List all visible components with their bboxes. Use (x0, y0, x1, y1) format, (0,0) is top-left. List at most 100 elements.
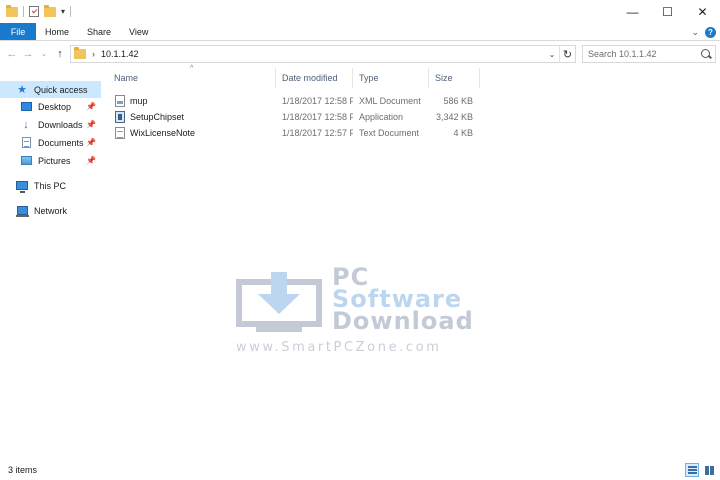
back-arrow-icon[interactable]: ← (4, 48, 20, 60)
nav-item-quick-access[interactable]: ★ Quick access (0, 81, 101, 98)
nav-item-pictures[interactable]: Pictures 📌 (0, 152, 101, 169)
folder-icon (6, 4, 18, 17)
quick-access-toolbar: ▾ (0, 0, 72, 23)
tab-home[interactable]: Home (36, 23, 78, 40)
pin-icon[interactable]: 📌 (86, 120, 96, 129)
network-icon (15, 205, 29, 217)
file-date: 1/18/2017 12:58 PM (282, 96, 353, 106)
column-headers: Name Date modified Type Size (108, 68, 482, 88)
ribbon-right-controls: ⌄ ? (691, 25, 716, 39)
expand-ribbon-chevron-icon[interactable]: ⌄ (691, 27, 699, 38)
address-dropdown-chevron-icon[interactable]: ⌄ (545, 50, 559, 59)
file-row-wixlicensenote[interactable]: WixLicenseNote 1/18/2017 12:57 PM Text D… (108, 125, 482, 141)
file-size: 3,342 KB (435, 112, 473, 122)
column-header-name[interactable]: Name (108, 68, 276, 88)
nav-item-label: This PC (34, 180, 67, 191)
file-name: SetupChipset (130, 112, 185, 122)
documents-icon (20, 137, 32, 149)
nav-item-label: Documents (38, 137, 84, 148)
star-icon: ★ (17, 84, 27, 96)
navigation-pane: ★ Quick access Desktop 📌 ↓ Downloads 📌 D… (0, 66, 103, 460)
file-type: Application (359, 112, 404, 122)
details-view-icon (687, 466, 697, 474)
nav-item-documents[interactable]: Documents 📌 (0, 134, 101, 151)
file-size: 4 KB (453, 128, 473, 138)
nav-item-label: Desktop (38, 101, 72, 112)
status-bar: 3 items (0, 460, 720, 480)
file-row-setupchipset[interactable]: SetupChipset 1/18/2017 12:58 PM Applicat… (108, 109, 482, 125)
pin-icon[interactable]: 📌 (86, 156, 96, 165)
properties-icon[interactable] (29, 6, 39, 17)
title-bar: ▾ — ☐ ✕ (0, 0, 720, 23)
application-icon (115, 111, 125, 123)
column-header-size[interactable]: Size (429, 68, 480, 88)
details-view-button[interactable] (685, 463, 699, 477)
ribbon-tabs: File Home Share View ⌄ ? (0, 23, 720, 41)
folder-icon (74, 47, 86, 59)
column-header-type[interactable]: Type (353, 68, 429, 88)
large-icons-view-icon (704, 465, 714, 475)
file-size: 586 KB (443, 96, 473, 106)
downloads-icon: ↓ (23, 118, 29, 131)
breadcrumb-path[interactable]: 10.1.1.42 (101, 49, 139, 59)
watermark: PC Software Download www.SmartPCZone.com (236, 265, 526, 360)
nav-item-network[interactable]: Network (0, 202, 101, 219)
nav-item-desktop[interactable]: Desktop 📌 (0, 98, 101, 115)
close-button[interactable]: ✕ (685, 0, 720, 23)
nav-item-label: Quick access (34, 84, 88, 95)
computer-icon (16, 180, 28, 193)
watermark-line-3: Download (332, 307, 474, 335)
tab-share[interactable]: Share (78, 23, 120, 40)
nav-item-downloads[interactable]: ↓ Downloads 📌 (0, 116, 101, 133)
file-list-pane: ^ Name Date modified Type Size mup 1/18/… (108, 65, 720, 460)
file-type: XML Document (359, 96, 421, 106)
new-folder-icon[interactable] (44, 4, 56, 17)
file-name: WixLicenseNote (130, 128, 196, 138)
file-name-cell: SetupChipset (108, 109, 276, 125)
view-toggle (685, 463, 716, 477)
xml-file-icon (115, 95, 125, 107)
pin-icon[interactable]: 📌 (86, 138, 96, 147)
nav-item-this-pc[interactable]: This PC (0, 177, 101, 194)
breadcrumb-separator-icon[interactable]: › (92, 49, 95, 59)
watermark-url: www.SmartPCZone.com (236, 340, 442, 355)
address-bar-controls: ⌄ ↻ (545, 46, 575, 62)
file-name-cell: mup (108, 93, 276, 109)
text-file-icon (115, 127, 125, 139)
search-box[interactable] (582, 45, 716, 63)
window-controls: — ☐ ✕ (615, 0, 720, 23)
column-header-date-modified[interactable]: Date modified (276, 68, 353, 88)
file-date: 1/18/2017 12:57 PM (282, 128, 353, 138)
monitor-download-icon (236, 272, 322, 332)
desktop-icon (20, 101, 32, 113)
search-icon[interactable] (701, 49, 710, 58)
refresh-icon[interactable]: ↻ (559, 46, 575, 62)
tab-file[interactable]: File (0, 23, 36, 40)
pin-icon[interactable]: 📌 (86, 102, 96, 111)
file-row-mup[interactable]: mup 1/18/2017 12:58 PM XML Document 586 … (108, 93, 482, 109)
nav-item-label: Downloads (38, 119, 83, 130)
maximize-button[interactable]: ☐ (650, 0, 685, 23)
large-icons-view-button[interactable] (702, 463, 716, 477)
divider (23, 6, 24, 17)
recent-locations-chevron-icon[interactable]: ⌄ (36, 50, 52, 58)
file-date: 1/18/2017 12:58 PM (282, 112, 353, 122)
file-name-cell: WixLicenseNote (108, 125, 276, 141)
address-row: ← → ⌄ ↑ › 10.1.1.42 ⌄ ↻ (0, 42, 720, 66)
up-arrow-icon[interactable]: ↑ (52, 48, 68, 60)
nav-item-label: Network (34, 205, 68, 216)
file-type: Text Document (359, 128, 420, 138)
customize-toolbar-dropdown-icon[interactable]: ▾ (61, 7, 65, 16)
tab-view[interactable]: View (120, 23, 157, 40)
search-input[interactable] (588, 49, 698, 59)
divider (70, 6, 72, 17)
pictures-icon (20, 155, 32, 167)
nav-item-label: Pictures (38, 155, 71, 166)
minimize-button[interactable]: — (615, 0, 650, 23)
help-icon[interactable]: ? (705, 26, 716, 38)
forward-arrow-icon[interactable]: → (20, 48, 36, 60)
address-bar[interactable]: › 10.1.1.42 ⌄ ↻ (70, 45, 576, 63)
watermark-text: PC Software Download (332, 265, 474, 335)
file-name: mup (130, 96, 148, 106)
item-count: 3 items (8, 465, 38, 475)
